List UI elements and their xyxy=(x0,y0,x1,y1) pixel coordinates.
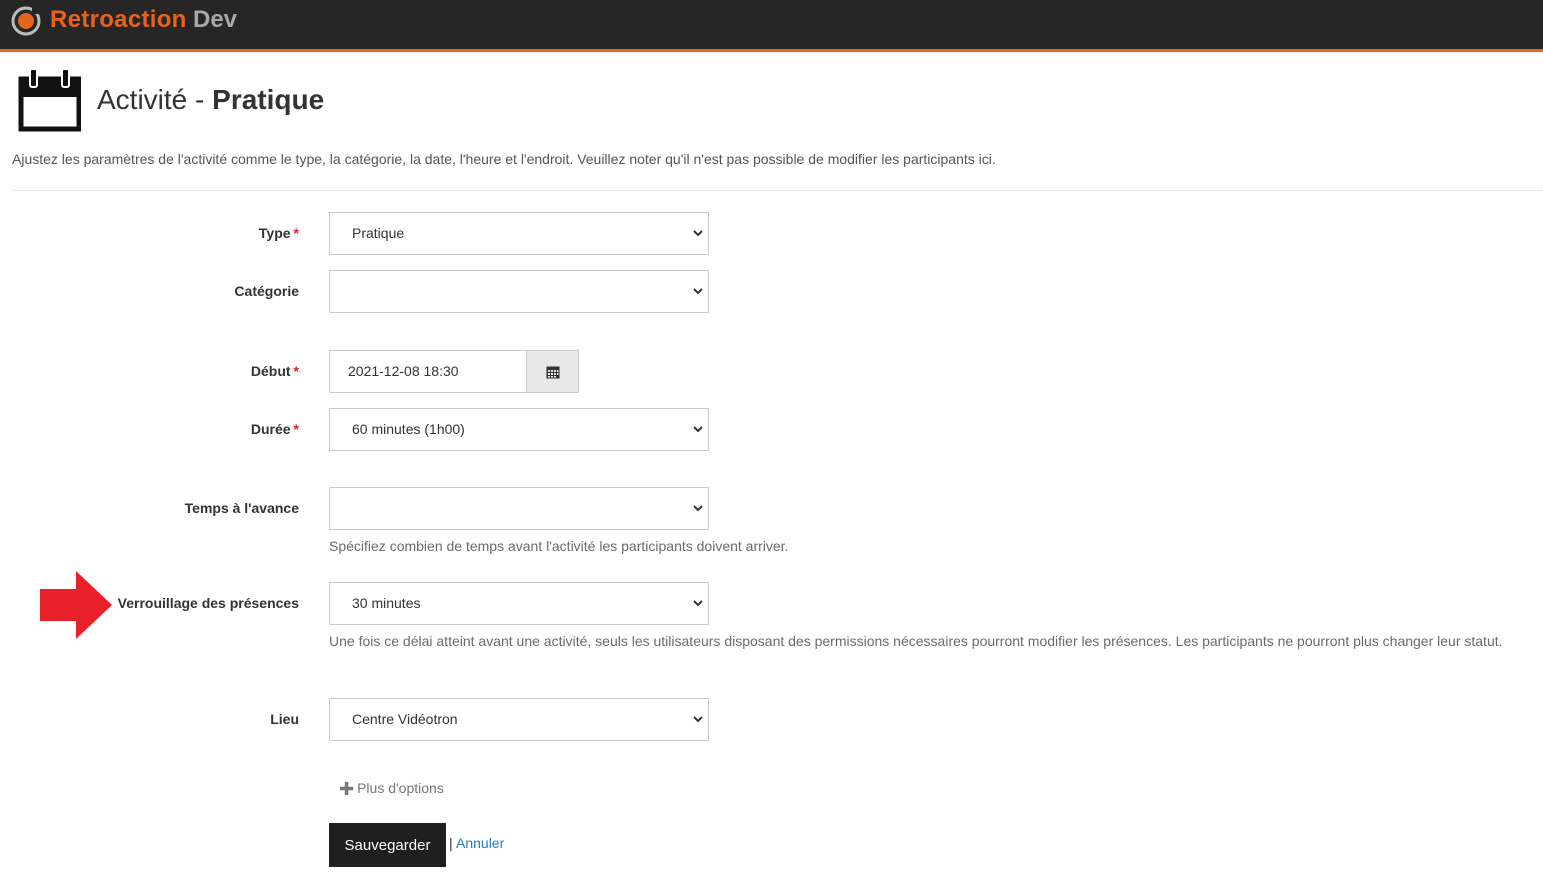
attendance-lock-label-text: Verrouillage des présences xyxy=(117,595,299,611)
chevron-down-icon xyxy=(693,600,703,607)
type-select-value: Pratique xyxy=(352,225,405,241)
brand-name[interactable]: Retroaction xyxy=(50,6,187,34)
more-options-label: Plus d'options xyxy=(357,780,444,796)
location-select-value: Centre Vidéotron xyxy=(352,711,458,727)
attendance-lock-label: Verrouillage des présences xyxy=(118,595,299,611)
start-label-text: Début xyxy=(250,363,291,379)
duration-label-text: Durée xyxy=(250,421,291,437)
calendar-picker-button[interactable] xyxy=(526,350,579,393)
header-divider xyxy=(12,190,1543,191)
top-navbar: Retroaction Dev xyxy=(0,0,1543,52)
type-label: Type * xyxy=(259,225,299,241)
chevron-down-icon xyxy=(693,505,703,512)
page-description: Ajustez les paramètres de l'activité com… xyxy=(12,151,996,167)
chevron-down-icon xyxy=(693,716,703,723)
required-marker: * xyxy=(293,363,299,379)
attendance-lock-help: Une fois ce délai atteint avant une acti… xyxy=(329,633,1503,649)
location-label: Lieu xyxy=(270,711,299,727)
more-options-link[interactable]: ✚ Plus d'options xyxy=(339,779,444,800)
page-title-prefix: Activité - xyxy=(97,84,213,115)
cancel-link[interactable]: Annuler xyxy=(456,835,504,851)
location-select[interactable]: Centre Vidéotron xyxy=(329,698,709,741)
chevron-down-icon xyxy=(693,230,703,237)
advance-time-label: Temps à l'avance xyxy=(185,500,299,516)
attendance-lock-select-value: 30 minutes xyxy=(352,595,421,611)
required-marker: * xyxy=(293,421,299,437)
category-label-text: Catégorie xyxy=(234,283,299,299)
advance-time-label-text: Temps à l'avance xyxy=(184,500,299,516)
type-select[interactable]: Pratique xyxy=(329,212,709,255)
calendar-icon xyxy=(18,68,81,132)
advance-time-help: Spécifiez combien de temps avant l'activ… xyxy=(329,538,789,554)
page-title-activity-type: Pratique xyxy=(212,84,325,115)
category-label: Catégorie xyxy=(234,283,299,299)
location-label-text: Lieu xyxy=(270,711,299,727)
advance-time-select[interactable] xyxy=(329,487,709,530)
type-label-text: Type xyxy=(258,225,291,241)
chevron-down-icon xyxy=(693,288,703,295)
duration-select[interactable]: 60 minutes (1h00) xyxy=(329,408,709,451)
category-select[interactable] xyxy=(329,270,709,313)
start-datetime-value: 2021-12-08 18:30 xyxy=(348,363,459,379)
save-button[interactable]: Sauvegarder xyxy=(329,823,446,867)
page-title: Activité - Pratique xyxy=(97,84,324,116)
chevron-down-icon xyxy=(693,426,703,433)
duration-label: Durée * xyxy=(251,421,299,437)
duration-select-value: 60 minutes (1h00) xyxy=(352,421,465,437)
environment-label: Dev xyxy=(193,6,238,33)
plus-icon: ✚ xyxy=(339,779,355,799)
attendance-lock-select[interactable]: 30 minutes xyxy=(329,582,709,625)
retroaction-logo-icon[interactable] xyxy=(11,6,41,36)
red-arrow-annotation-icon xyxy=(40,571,112,639)
calendar-icon xyxy=(546,366,560,379)
start-label: Début * xyxy=(251,363,299,379)
required-marker: * xyxy=(293,225,299,241)
action-separator: | xyxy=(449,835,453,851)
start-datetime-input[interactable]: 2021-12-08 18:30 xyxy=(329,350,527,393)
